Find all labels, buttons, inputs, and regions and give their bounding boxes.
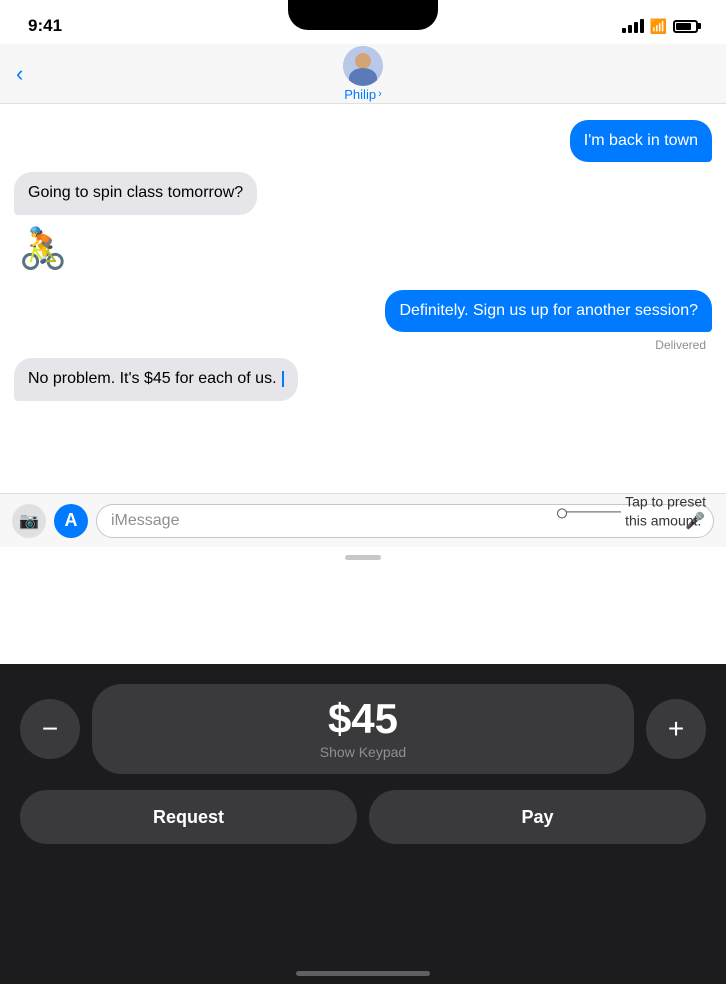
notch bbox=[288, 0, 438, 30]
amount-display[interactable]: $45 Show Keypad bbox=[92, 684, 634, 774]
callout-line bbox=[561, 511, 621, 512]
signal-bar-2 bbox=[628, 25, 632, 33]
wifi-icon: 📶 bbox=[650, 18, 667, 35]
message-row: Going to spin class tomorrow? bbox=[14, 172, 712, 214]
pay-button[interactable]: Pay bbox=[369, 790, 706, 844]
amount-row: − $45 Show Keypad + bbox=[20, 684, 706, 774]
messages-area: I'm back in town Going to spin class tom… bbox=[0, 104, 726, 493]
message-row: Definitely. Sign us up for another sessi… bbox=[14, 290, 712, 332]
input-placeholder: iMessage bbox=[111, 512, 179, 530]
delivered-status: Delivered bbox=[14, 338, 712, 352]
drag-indicator bbox=[0, 547, 726, 564]
nav-bar: ‹ Philip › bbox=[0, 44, 726, 104]
plus-button[interactable]: + bbox=[646, 699, 706, 759]
camera-icon: 📷 bbox=[19, 511, 39, 531]
amount-value: $45 bbox=[328, 698, 398, 740]
contact-name-row: Philip › bbox=[344, 86, 381, 102]
received-bubble: Going to spin class tomorrow? bbox=[14, 172, 257, 214]
signal-bar-1 bbox=[622, 28, 626, 33]
callout-text: Tap to presetthis amount. bbox=[625, 492, 706, 531]
message-row: 🚴 bbox=[14, 225, 712, 280]
appstore-button[interactable]: A bbox=[54, 504, 88, 538]
battery-icon bbox=[673, 20, 698, 33]
home-indicator bbox=[296, 971, 430, 976]
signal-bars bbox=[622, 19, 644, 33]
drag-pill bbox=[345, 555, 381, 560]
sent-bubble: Definitely. Sign us up for another sessi… bbox=[385, 290, 712, 332]
contact-header[interactable]: Philip › bbox=[343, 46, 383, 102]
battery-fill bbox=[676, 23, 691, 30]
text-cursor bbox=[282, 371, 284, 387]
camera-button[interactable]: 📷 bbox=[12, 504, 46, 538]
appstore-icon: A bbox=[65, 510, 78, 531]
status-time: 9:41 bbox=[28, 16, 62, 36]
contact-name: Philip bbox=[344, 87, 376, 102]
message-row[interactable]: No problem. It's $45 for each of us. bbox=[14, 358, 712, 400]
signal-bar-4 bbox=[640, 19, 644, 33]
avatar-person bbox=[343, 46, 383, 86]
minus-button[interactable]: − bbox=[20, 699, 80, 759]
message-row: I'm back in town bbox=[14, 120, 712, 162]
show-keypad-label: Show Keypad bbox=[320, 744, 406, 760]
callout-annotation: Tap to presetthis amount. bbox=[561, 492, 706, 531]
sent-bubble: I'm back in town bbox=[570, 120, 712, 162]
payment-actions: Request Pay bbox=[20, 790, 706, 844]
request-button[interactable]: Request bbox=[20, 790, 357, 844]
back-button[interactable]: ‹ bbox=[16, 61, 23, 87]
signal-bar-3 bbox=[634, 22, 638, 33]
phone-frame: 9:41 📶 ‹ bbox=[0, 0, 726, 984]
status-icons: 📶 bbox=[622, 18, 698, 35]
contact-avatar bbox=[343, 46, 383, 86]
payment-panel: − $45 Show Keypad + Request Pay bbox=[0, 664, 726, 984]
received-bubble-highlighted[interactable]: No problem. It's $45 for each of us. bbox=[14, 358, 298, 400]
emoji-message: 🚴 bbox=[18, 225, 68, 272]
contact-chevron: › bbox=[378, 88, 382, 100]
